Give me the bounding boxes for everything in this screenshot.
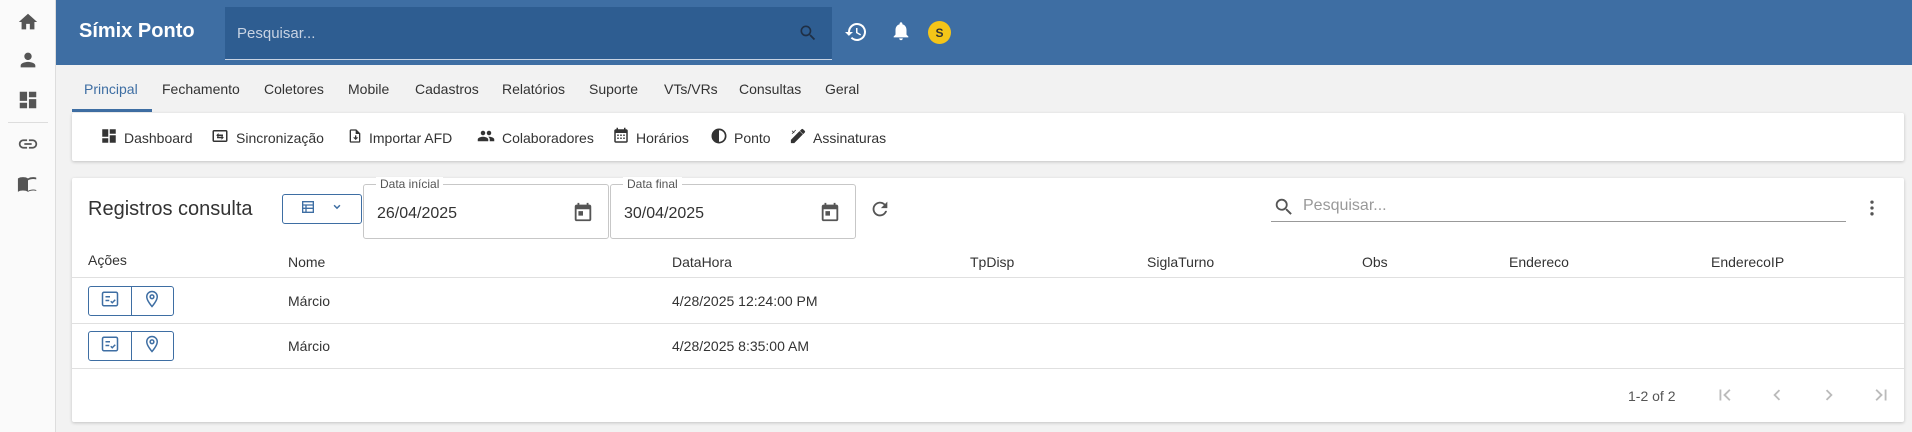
home-icon[interactable] — [0, 2, 56, 42]
calendar-icon[interactable] — [572, 201, 594, 228]
global-search[interactable] — [225, 7, 832, 60]
cell-datahora: 4/28/2025 12:24:00 PM — [672, 293, 818, 309]
records-card: Registros consulta Data inícial 26/04/20… — [72, 177, 1904, 422]
start-date-label: Data inícial — [376, 177, 444, 191]
history-icon[interactable] — [844, 20, 868, 49]
signature-icon — [789, 127, 807, 148]
cell-datahora: 4/28/2025 8:35:00 AM — [672, 338, 809, 354]
checklist-icon — [100, 290, 120, 313]
page-title: Registros consulta — [88, 198, 253, 220]
subnav-assinaturas[interactable]: Assinaturas — [789, 127, 886, 148]
last-page-icon[interactable] — [1870, 384, 1892, 411]
tab-principal[interactable]: Principal — [84, 81, 138, 97]
table-row[interactable]: Márcio 4/28/2025 12:24:00 PM — [72, 279, 1904, 324]
previous-page-icon[interactable] — [1766, 384, 1788, 411]
cell-nome: Márcio — [288, 293, 331, 309]
subnav-label: Horários — [636, 129, 689, 146]
link-icon[interactable] — [0, 124, 56, 164]
column-header[interactable]: SiglaTurno — [1147, 254, 1214, 270]
tab-mobile[interactable]: Mobile — [348, 81, 389, 97]
end-date-field[interactable]: Data final 30/04/2025 — [610, 177, 856, 239]
subnav-label: Dashboard — [124, 129, 193, 146]
column-header[interactable]: DataHora — [672, 254, 732, 270]
subnav-label: Assinaturas — [813, 129, 887, 146]
subnav-label: Ponto — [734, 129, 771, 146]
bell-icon[interactable] — [890, 20, 912, 47]
end-date-label: Data final — [623, 177, 682, 191]
app-title: Símix Ponto — [79, 20, 195, 42]
tab-cadastros[interactable]: Cadastros — [415, 81, 479, 97]
cell-nome: Márcio — [288, 338, 331, 354]
calendar-icon — [612, 127, 630, 148]
refresh-icon[interactable] — [869, 198, 891, 225]
column-header[interactable]: Nome — [288, 254, 325, 270]
file-import-icon — [347, 127, 363, 148]
tab-relatorios[interactable]: Relatórios — [502, 81, 565, 97]
tab-vts-vrs[interactable]: VTs/VRs — [664, 81, 718, 97]
start-date-value[interactable]: 26/04/2025 — [377, 205, 457, 223]
start-date-field[interactable]: Data inícial 26/04/2025 — [363, 177, 609, 239]
row-actions — [88, 331, 174, 361]
checklist-button[interactable] — [89, 287, 131, 315]
table-search-input[interactable] — [1303, 194, 1833, 218]
location-pin-icon — [143, 290, 161, 313]
column-header[interactable]: TpDisp — [970, 254, 1014, 270]
icon-rail — [0, 0, 56, 432]
clock-half-icon — [710, 127, 728, 148]
column-header[interactable]: EnderecoIP — [1711, 254, 1784, 270]
global-search-input[interactable] — [237, 21, 777, 45]
table-header: Ações Nome DataHora TpDisp SiglaTurno Ob… — [72, 242, 1904, 278]
subnav-horarios[interactable]: Horários — [612, 127, 689, 148]
dashboard-icon — [100, 127, 118, 148]
column-header[interactable]: Endereco — [1509, 254, 1569, 270]
subnav-importar-afd[interactable]: Importar AFD — [347, 127, 452, 148]
dashboard-icon[interactable] — [0, 80, 56, 120]
table-search[interactable] — [1271, 192, 1846, 222]
calendar-icon[interactable] — [819, 201, 841, 228]
row-actions — [88, 286, 174, 316]
tab-geral[interactable]: Geral — [825, 81, 859, 97]
chevron-down-icon — [330, 200, 344, 219]
end-date-value[interactable]: 30/04/2025 — [624, 205, 704, 223]
location-button[interactable] — [130, 332, 173, 360]
book-icon[interactable] — [0, 164, 56, 204]
pagination-range: 1-2 of 2 — [1628, 388, 1676, 404]
next-page-icon[interactable] — [1818, 384, 1840, 411]
checklist-icon — [100, 335, 120, 358]
subnav-label: Importar AFD — [369, 129, 453, 146]
subnav-colaboradores[interactable]: Colaboradores — [476, 127, 594, 148]
subnav-sincronizacao[interactable]: Sincronização — [210, 127, 324, 148]
subnav-label: Sincronização — [236, 129, 324, 146]
tab-coletores[interactable]: Coletores — [264, 81, 324, 97]
tab-consultas[interactable]: Consultas — [739, 81, 801, 97]
avatar[interactable]: S — [928, 21, 951, 44]
search-icon[interactable] — [798, 23, 818, 48]
table-row[interactable]: Márcio 4/28/2025 8:35:00 AM — [72, 324, 1904, 369]
tab-fechamento[interactable]: Fechamento — [162, 81, 240, 97]
table-view-icon — [300, 199, 316, 220]
column-header[interactable]: Obs — [1362, 254, 1388, 270]
sub-navigation: Dashboard Sincronização Importar AFD Col… — [72, 113, 1904, 161]
location-pin-icon — [143, 335, 161, 358]
more-vert-icon[interactable] — [1862, 198, 1882, 223]
first-page-icon[interactable] — [1714, 384, 1736, 411]
view-mode-dropdown[interactable] — [282, 194, 362, 224]
subnav-ponto[interactable]: Ponto — [710, 127, 771, 148]
location-button[interactable] — [130, 287, 173, 315]
rail-divider — [8, 122, 48, 123]
subnav-dashboard[interactable]: Dashboard — [100, 127, 193, 148]
group-icon — [476, 127, 496, 148]
active-tab-indicator — [72, 109, 152, 112]
column-header: Ações — [88, 252, 127, 268]
person-icon[interactable] — [0, 40, 56, 80]
app-header: Símix Ponto S — [56, 0, 1912, 65]
sync-icon — [210, 127, 230, 148]
search-icon — [1273, 196, 1295, 223]
subnav-label: Colaboradores — [502, 129, 594, 146]
tab-suporte[interactable]: Suporte — [589, 81, 638, 97]
main-tabs: Principal Fechamento Coletores Mobile Ca… — [56, 65, 1912, 112]
checklist-button[interactable] — [89, 332, 131, 360]
